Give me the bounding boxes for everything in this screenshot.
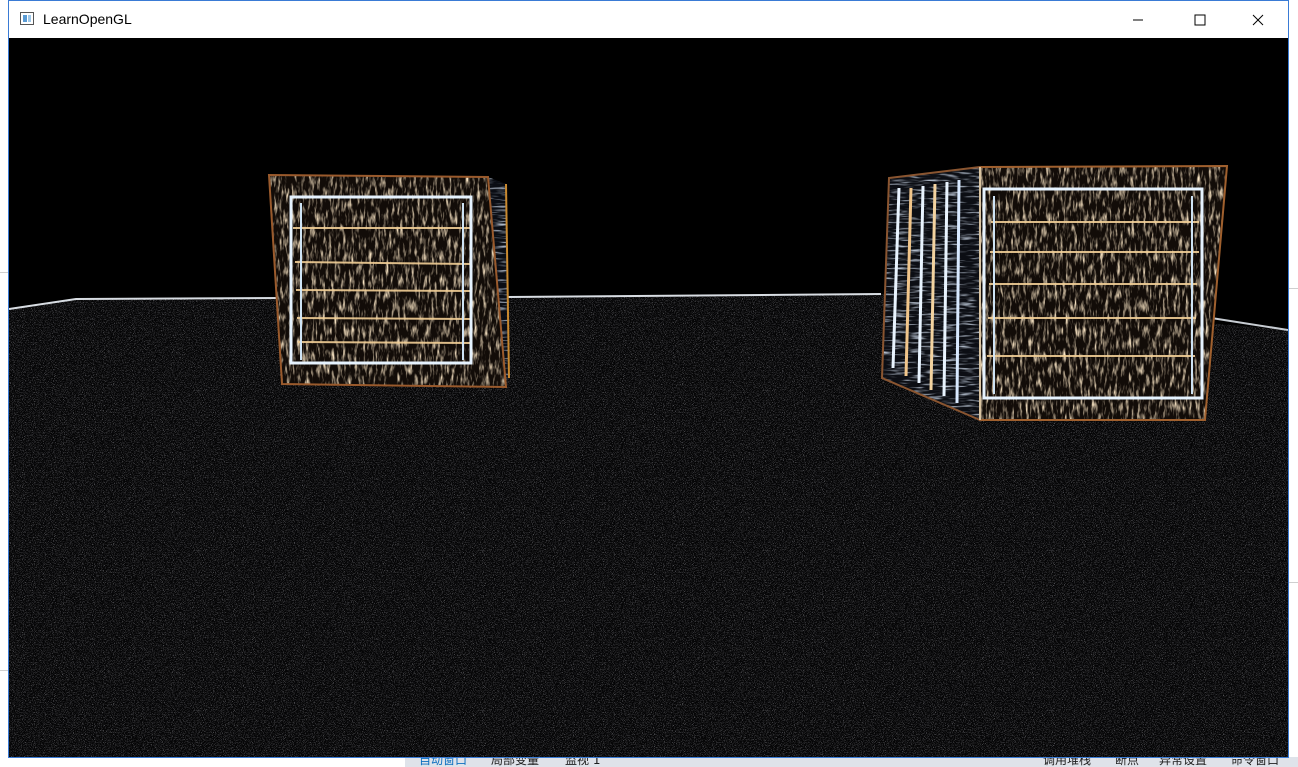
maximize-icon: [1194, 14, 1206, 25]
minimize-button[interactable]: [1115, 1, 1161, 38]
scene-render: [9, 38, 1288, 757]
debug-tab-autos[interactable]: 自动窗口: [419, 757, 467, 767]
window-titlebar[interactable]: LearnOpenGL: [9, 1, 1288, 38]
minimize-icon: [1133, 19, 1143, 20]
debug-tab-command[interactable]: 命令窗口: [1231, 757, 1279, 767]
opengl-window[interactable]: LearnOpenGL: [8, 0, 1289, 758]
background-divider: [1289, 288, 1298, 289]
background-window-right: [1289, 0, 1298, 767]
wooden-crate-left: [267, 173, 510, 389]
background-divider: [1289, 582, 1298, 583]
close-icon: [1252, 14, 1264, 25]
background-debug-tabs: 自动窗口 局部变量 监视 1 调用堆栈 断点 异常设置 命令窗口: [405, 757, 1298, 767]
debug-tab-breakpoints[interactable]: 断点: [1115, 757, 1139, 767]
maximize-button[interactable]: [1177, 1, 1223, 38]
wooden-crate-right: [880, 164, 1229, 422]
opengl-app-icon: [20, 12, 34, 25]
close-button[interactable]: [1235, 1, 1281, 38]
debug-tab-callstack[interactable]: 调用堆栈: [1043, 757, 1091, 767]
debug-tab-locals[interactable]: 局部变量: [491, 757, 539, 767]
opengl-viewport[interactable]: [9, 38, 1288, 757]
debug-tab-exceptions[interactable]: 异常设置: [1159, 757, 1207, 767]
window-title: LearnOpenGL: [43, 11, 132, 27]
debug-tab-watch[interactable]: 监视 1: [565, 757, 600, 767]
